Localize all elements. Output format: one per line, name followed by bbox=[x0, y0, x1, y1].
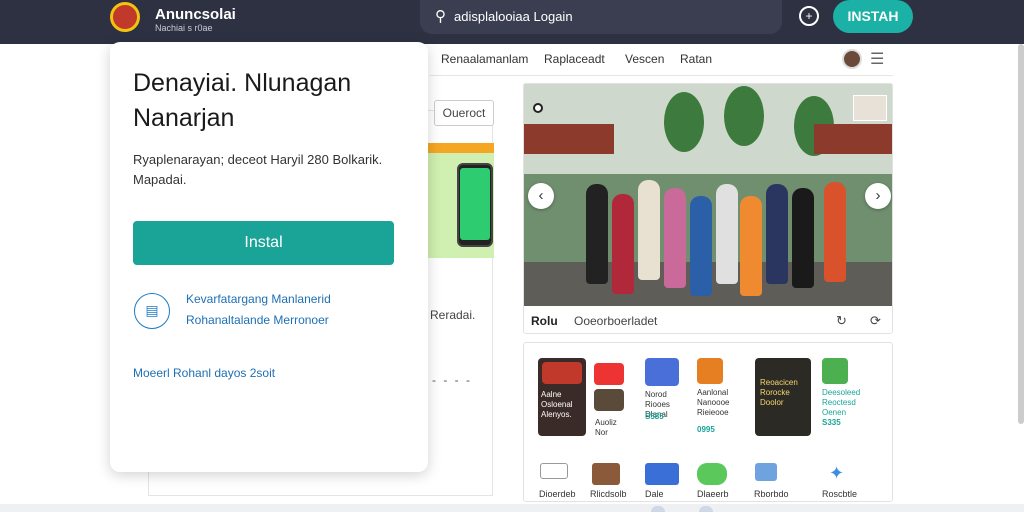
tile-text: Aalne Osloenal Alenyos. bbox=[541, 390, 573, 419]
photo-avatar[interactable] bbox=[853, 95, 887, 121]
share-icon[interactable]: ↻ bbox=[836, 313, 847, 329]
nav-item-3[interactable]: Vescen bbox=[625, 52, 664, 66]
photo-caption: Ooeorboerladet bbox=[574, 314, 658, 328]
tile-text: Aanlonal Nanoooe Rieieooe bbox=[697, 388, 730, 417]
side-text: Reradai. bbox=[430, 308, 476, 322]
nav-item-4[interactable]: Ratan bbox=[680, 52, 712, 66]
modal-link-1[interactable]: Kevarfatargang Manlanerid bbox=[186, 292, 331, 306]
shortcut-icon[interactable] bbox=[540, 463, 568, 479]
photo-person bbox=[690, 196, 712, 296]
photo-tree bbox=[664, 92, 704, 152]
photo-tree bbox=[724, 86, 764, 146]
photo-person bbox=[612, 194, 634, 294]
nav-item-2[interactable]: Raplaceadt bbox=[544, 52, 605, 66]
shortcut-label: Dioerdeb bbox=[539, 489, 576, 499]
install-header-button[interactable]: INSTAH bbox=[833, 0, 913, 33]
menu-icon[interactable]: ☰ bbox=[870, 49, 884, 69]
search-icon: ⚲ bbox=[435, 8, 446, 25]
app-logo[interactable] bbox=[110, 2, 140, 32]
app-icon[interactable] bbox=[645, 358, 679, 386]
shortcut-label: Roscbtle bbox=[822, 489, 858, 499]
scrollbar[interactable] bbox=[1018, 44, 1024, 424]
app-icon[interactable] bbox=[697, 358, 723, 384]
shortcut-icon[interactable] bbox=[645, 463, 679, 485]
shortcut-icon[interactable] bbox=[592, 463, 620, 485]
chevron-left-icon[interactable]: ‹ bbox=[528, 183, 554, 209]
photo-person bbox=[716, 184, 738, 284]
photo-person bbox=[638, 180, 660, 280]
promo-strip bbox=[428, 143, 494, 153]
app-tile-banner bbox=[542, 362, 582, 384]
bird-icon[interactable]: ✦ bbox=[829, 463, 849, 483]
photo-person bbox=[740, 196, 762, 296]
photo-person bbox=[766, 184, 788, 284]
user-avatar[interactable] bbox=[842, 49, 862, 69]
tile-price: 0995 bbox=[697, 425, 715, 434]
modal-link-2[interactable]: Rohanaltalande Merronoer bbox=[186, 313, 329, 327]
zoom-icon[interactable]: + bbox=[799, 6, 819, 26]
refresh-icon[interactable]: ⟳ bbox=[870, 313, 881, 329]
shortcut-label: Dale bbox=[645, 489, 664, 499]
modal-footer[interactable]: Moeerl Rohanl dayos 2soit bbox=[133, 366, 275, 380]
photo-person bbox=[586, 184, 608, 284]
shortcut-label: Rlicdsolb bbox=[590, 489, 627, 499]
photo-person bbox=[824, 182, 846, 282]
tile-text: Auoliz Nor bbox=[595, 418, 617, 437]
brand-name: Anuncsolai bbox=[155, 6, 236, 23]
photo-person bbox=[792, 188, 814, 288]
nav-item-1[interactable]: Renaalamanlam bbox=[441, 52, 528, 66]
photo-caption-bold: Rolu bbox=[531, 314, 558, 328]
photo-roof bbox=[814, 124, 892, 154]
app-icon[interactable] bbox=[594, 363, 624, 385]
page-indicator[interactable] bbox=[699, 506, 713, 512]
chevron-right-icon[interactable]: › bbox=[865, 183, 891, 209]
phone-screen bbox=[460, 168, 490, 240]
photo-indicator-icon bbox=[533, 103, 543, 113]
search-input[interactable]: adisplalooiaa Logain bbox=[454, 9, 573, 24]
chat-icon[interactable] bbox=[697, 463, 727, 485]
shortcut-label: Dlaeerb bbox=[697, 489, 729, 499]
shortcut-label: Rborbdo bbox=[754, 489, 789, 499]
brand-subtitle: Nachiai s r0ae bbox=[155, 23, 213, 33]
tile-price: S335 bbox=[822, 418, 841, 427]
app-icon[interactable] bbox=[594, 389, 624, 411]
photo-roof bbox=[524, 124, 614, 154]
install-button[interactable]: Instal bbox=[133, 221, 394, 265]
tile-price: S585 bbox=[645, 412, 664, 421]
shortcut-icon[interactable] bbox=[755, 463, 777, 481]
crowd-photo[interactable] bbox=[524, 84, 892, 306]
device-icon: ▤ bbox=[134, 293, 170, 329]
side-dots: - - - - bbox=[432, 373, 472, 387]
tile-text: Deesoleed Reoctesd Oenen bbox=[822, 388, 861, 417]
modal-title: Denayiai. Nlunagan Nanarjan bbox=[133, 69, 352, 132]
app-icon[interactable] bbox=[822, 358, 848, 384]
modal-description: Ryaplenarayan; deceot Haryil 280 Bolkari… bbox=[133, 152, 383, 187]
tile-text: Reoacicen Rorocke Doolor bbox=[760, 378, 798, 407]
page-indicator[interactable] bbox=[651, 506, 665, 512]
filter-chip[interactable]: Oueroct bbox=[434, 100, 494, 126]
photo-person bbox=[664, 188, 686, 288]
